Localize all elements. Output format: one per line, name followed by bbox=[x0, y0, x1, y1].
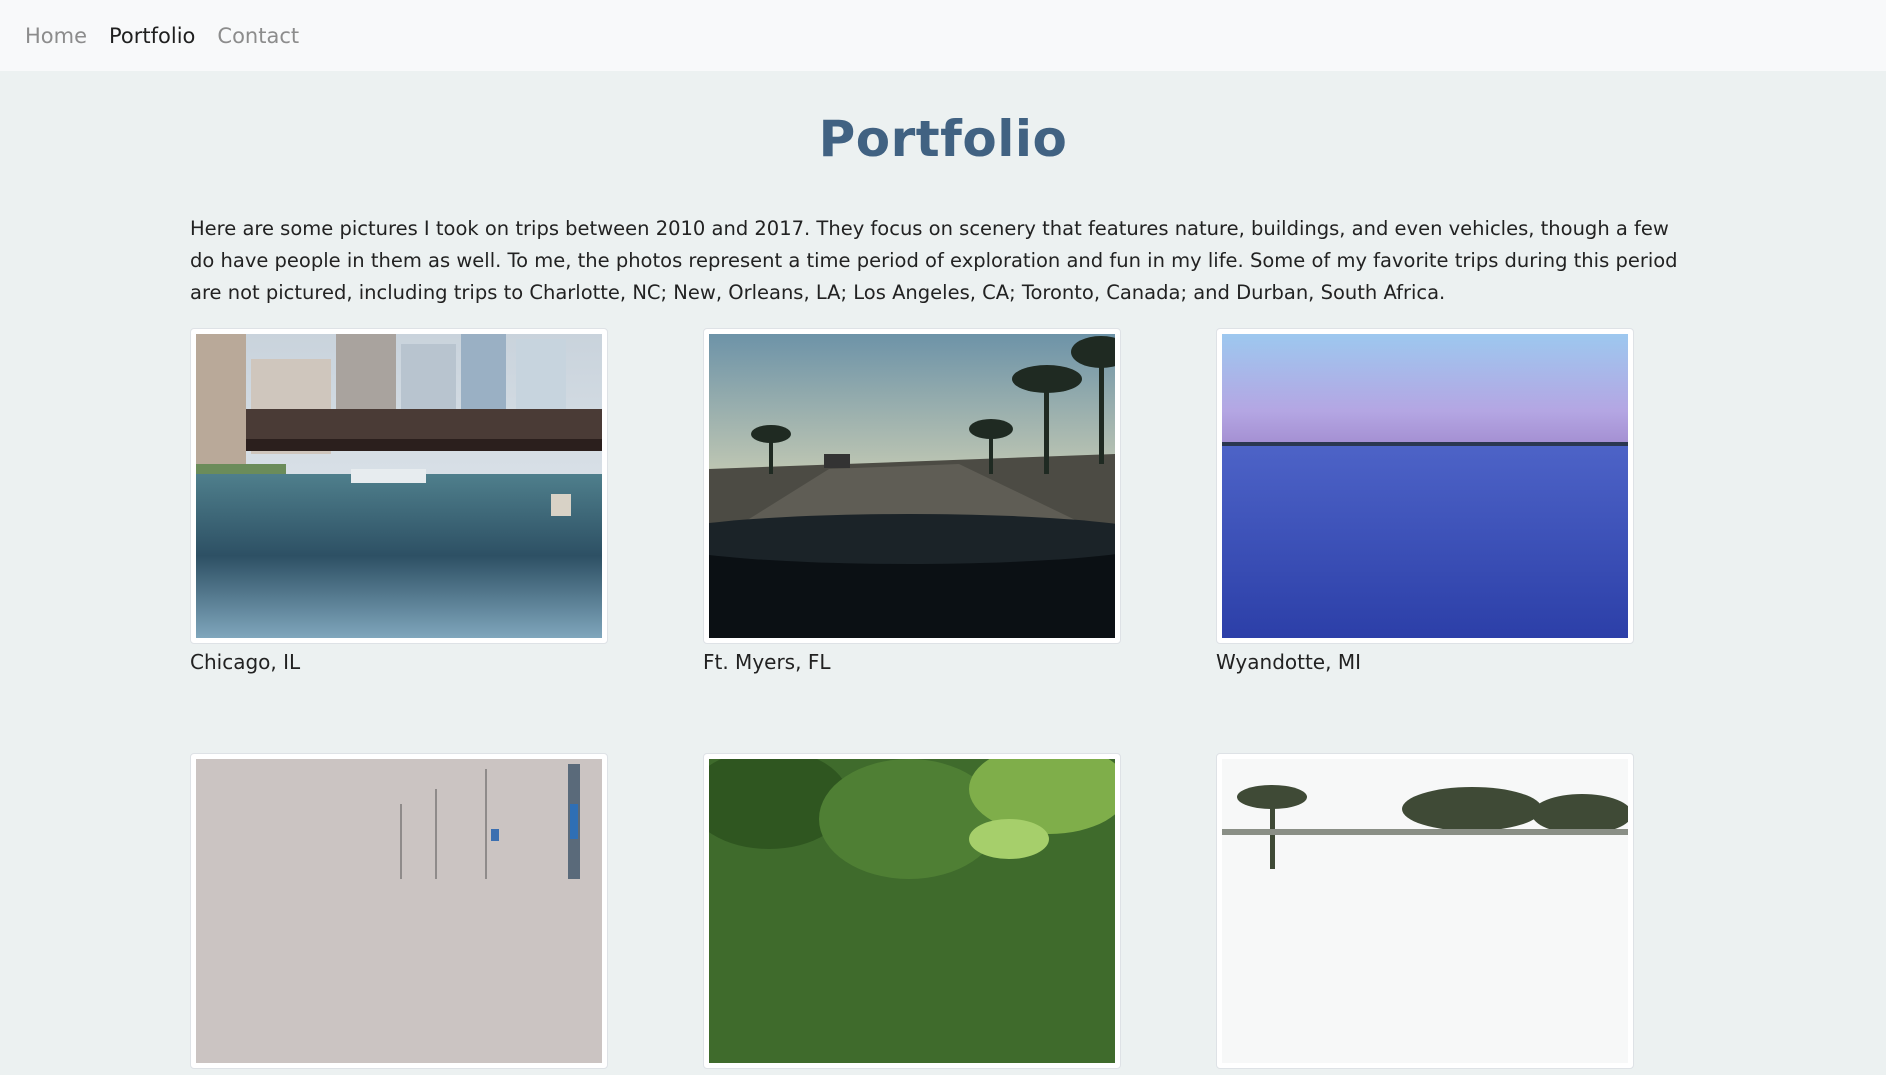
nav-link-home[interactable]: Home bbox=[25, 24, 87, 48]
nav-link-portfolio[interactable]: Portfolio bbox=[109, 24, 195, 48]
ft-myers-photo bbox=[709, 334, 1115, 638]
intro-paragraph: Here are some pictures I took on trips b… bbox=[190, 217, 1678, 304]
photo-card-tropical bbox=[1216, 753, 1634, 1075]
photo-caption: Wyandotte, MI bbox=[1216, 650, 1361, 674]
tropical-photo bbox=[1222, 759, 1628, 1063]
nav-link-contact[interactable]: Contact bbox=[217, 24, 299, 48]
photo-caption: Chicago, IL bbox=[190, 650, 301, 674]
photo-thumbnail[interactable] bbox=[703, 328, 1121, 644]
photo-card-chicago: Chicago, IL bbox=[190, 328, 608, 674]
navbar: Home Portfolio Contact bbox=[0, 0, 1886, 71]
highway-photo bbox=[196, 759, 602, 1063]
wyandotte-photo bbox=[1222, 334, 1628, 638]
photo-card-wyandotte: Wyandotte, MI bbox=[1216, 328, 1634, 674]
page-title: Portfolio bbox=[818, 110, 1068, 168]
photo-thumbnail[interactable] bbox=[190, 753, 608, 1069]
photo-thumbnail[interactable] bbox=[703, 753, 1121, 1069]
photo-thumbnail[interactable] bbox=[190, 328, 608, 644]
photo-card-jungle bbox=[703, 753, 1121, 1075]
photo-card-highway bbox=[190, 753, 608, 1075]
jungle-photo bbox=[709, 759, 1115, 1063]
photo-caption: Ft. Myers, FL bbox=[703, 650, 831, 674]
photo-thumbnail[interactable] bbox=[1216, 328, 1634, 644]
chicago-photo bbox=[196, 334, 602, 638]
photo-thumbnail[interactable] bbox=[1216, 753, 1634, 1069]
photo-card-ft-myers: Ft. Myers, FL bbox=[703, 328, 1121, 674]
